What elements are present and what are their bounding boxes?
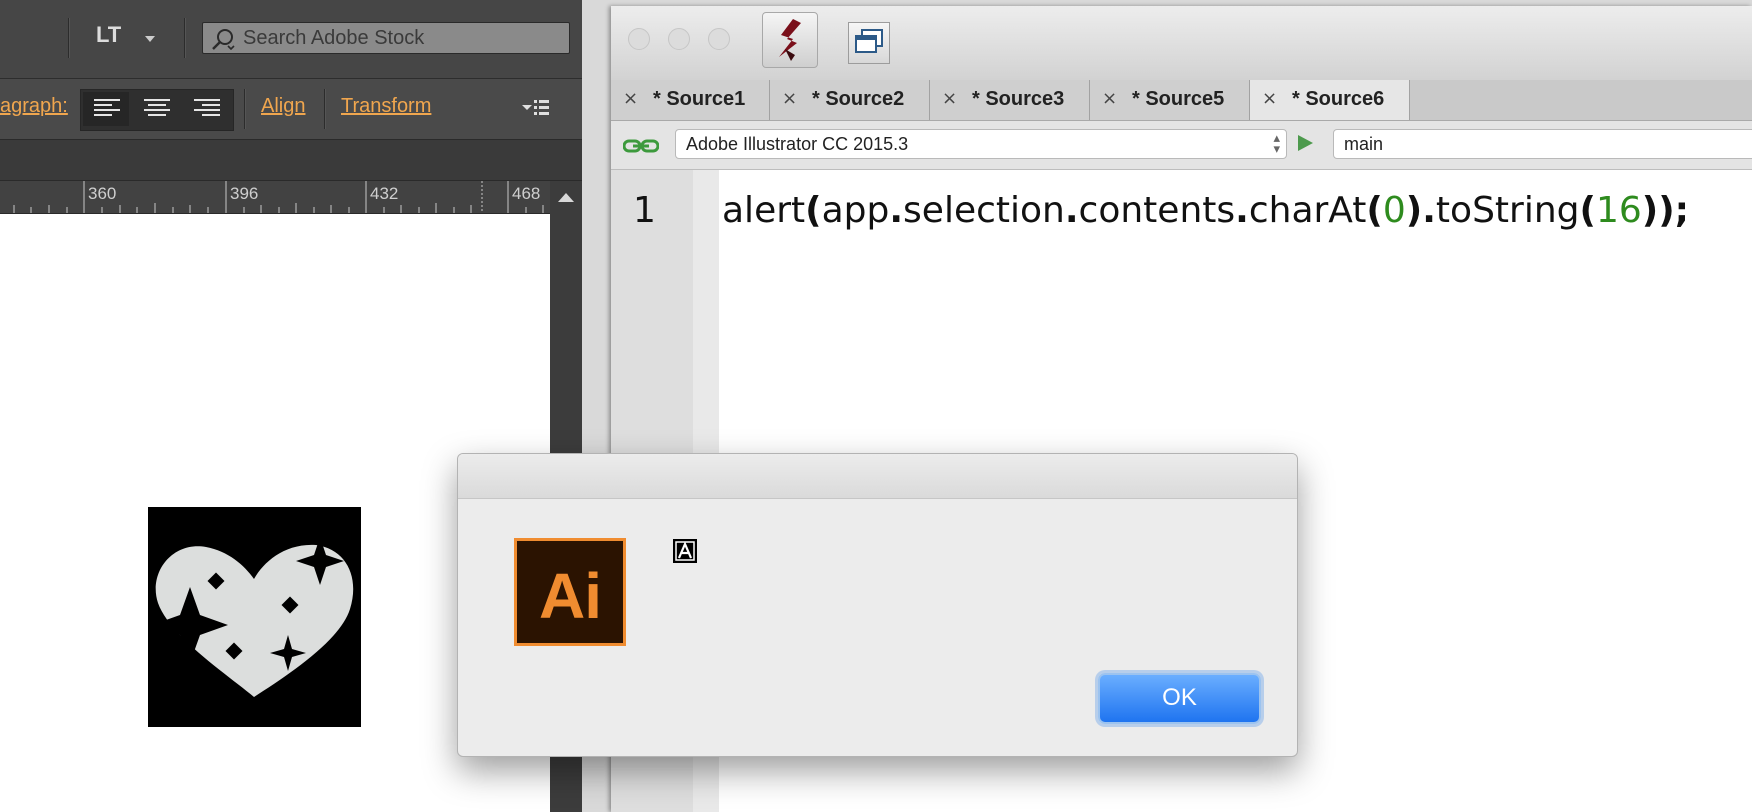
function-value: main [1344, 134, 1384, 154]
ruler-label: 360 [88, 184, 117, 203]
align-right-icon [194, 99, 220, 116]
horizontal-ruler: 360 396 432 468 [0, 181, 550, 214]
code-token: 16 [1595, 190, 1642, 231]
ruler-label: 468 [512, 184, 541, 203]
target-application-select[interactable]: Adobe Illustrator CC 2015.3 ▴ ▾ [675, 129, 1287, 159]
search-input[interactable] [243, 23, 563, 53]
document-tabs: × * Source1 × * Source2 × * Source3 × * … [611, 80, 1752, 121]
close-icon[interactable]: × [942, 88, 957, 109]
code-token: ( [1366, 190, 1383, 231]
zoom-window-button[interactable] [708, 28, 730, 50]
align-panel-link[interactable]: Align [261, 95, 305, 118]
app-icon-label: Ai [539, 560, 602, 632]
search-icon [212, 29, 235, 50]
tab-source1[interactable]: × * Source1 [611, 80, 770, 120]
align-center-icon [144, 99, 170, 116]
function-select[interactable]: main [1333, 129, 1752, 159]
align-right-button[interactable] [183, 92, 229, 126]
line-number: 1 [633, 190, 656, 231]
run-icon[interactable] [1298, 135, 1313, 151]
close-window-button[interactable] [628, 28, 650, 50]
code-token: contents [1078, 190, 1236, 231]
tab-label: * Source2 [812, 88, 905, 110]
paragraph-panel-link[interactable]: agraph: [0, 95, 68, 118]
close-icon[interactable]: × [1262, 88, 1277, 109]
paragraph-align-group [80, 89, 234, 131]
chevron-down-icon[interactable] [145, 36, 155, 42]
window-titlebar [611, 6, 1752, 81]
code-token: ) [1405, 190, 1423, 231]
code-token: 0 [1382, 190, 1406, 231]
close-icon[interactable]: × [1102, 88, 1117, 109]
close-icon[interactable]: × [623, 88, 638, 109]
heart-sparkle-artwork[interactable] [148, 507, 361, 727]
close-icon[interactable]: × [782, 88, 797, 109]
code-token: ( [1579, 190, 1596, 231]
separator [324, 89, 326, 129]
tab-source6[interactable]: × * Source6 [1250, 80, 1410, 120]
code-line[interactable]: alert(app.selection.contents.charAt(0).t… [722, 190, 1689, 231]
tab-source2[interactable]: × * Source2 [770, 80, 930, 120]
alert-dialog: Ai OK [457, 453, 1298, 757]
code-token: app [821, 190, 890, 231]
alert-titlebar [458, 454, 1297, 499]
estk-logo-button[interactable] [762, 12, 818, 68]
search-adobe-stock[interactable] [202, 22, 570, 54]
estk-logo-icon [779, 19, 801, 61]
scroll-up-arrow-icon[interactable] [558, 193, 574, 202]
workspace-switcher[interactable]: LT [96, 22, 121, 48]
target-toolbar: Adobe Illustrator CC 2015.3 ▴ ▾ main [611, 121, 1752, 170]
tab-label: * Source6 [1292, 88, 1385, 110]
tab-source3[interactable]: × * Source3 [930, 80, 1090, 120]
separator [68, 18, 70, 58]
alert-message-glyph-icon [673, 539, 697, 563]
code-token: . [1422, 190, 1436, 231]
code-token: . [1064, 190, 1079, 231]
minimize-window-button[interactable] [668, 28, 690, 50]
code-token: ( [805, 190, 822, 231]
tab-source5[interactable]: × * Source5 [1090, 80, 1250, 120]
ruler-label: 432 [370, 184, 399, 203]
new-window-button[interactable] [848, 22, 890, 64]
code-token: . [1235, 190, 1249, 231]
control-panel: agraph: Align Transform [0, 79, 582, 140]
separator [184, 18, 186, 58]
application-bar: LT [0, 0, 582, 79]
code-token: . [889, 190, 904, 231]
code-token: toString [1435, 190, 1580, 231]
code-token: selection [903, 190, 1065, 231]
tab-label: * Source5 [1132, 88, 1225, 110]
tab-label: * Source1 [653, 88, 746, 110]
align-left-button[interactable] [83, 92, 129, 126]
tab-label: * Source3 [972, 88, 1065, 110]
window-icon [855, 29, 883, 53]
link-icon[interactable] [623, 138, 659, 154]
code-token: )); [1641, 190, 1690, 231]
code-token: alert [722, 190, 806, 231]
ruler-ticks [13, 181, 544, 213]
heart-sparkle-icon [152, 537, 354, 697]
target-application-value: Adobe Illustrator CC 2015.3 [686, 134, 909, 154]
panel-menu-icon[interactable] [520, 97, 552, 119]
ok-button[interactable]: OK [1098, 673, 1261, 724]
ruler-label: 396 [230, 184, 259, 203]
document-tab-strip [0, 140, 582, 181]
code-token: charAt [1248, 190, 1367, 231]
align-center-button[interactable] [133, 92, 179, 126]
illustrator-app-icon: Ai [514, 538, 626, 646]
separator [244, 89, 246, 129]
align-left-icon [94, 99, 120, 116]
select-arrows-icon: ▴ ▾ [1273, 131, 1280, 157]
transform-panel-link[interactable]: Transform [341, 95, 431, 118]
